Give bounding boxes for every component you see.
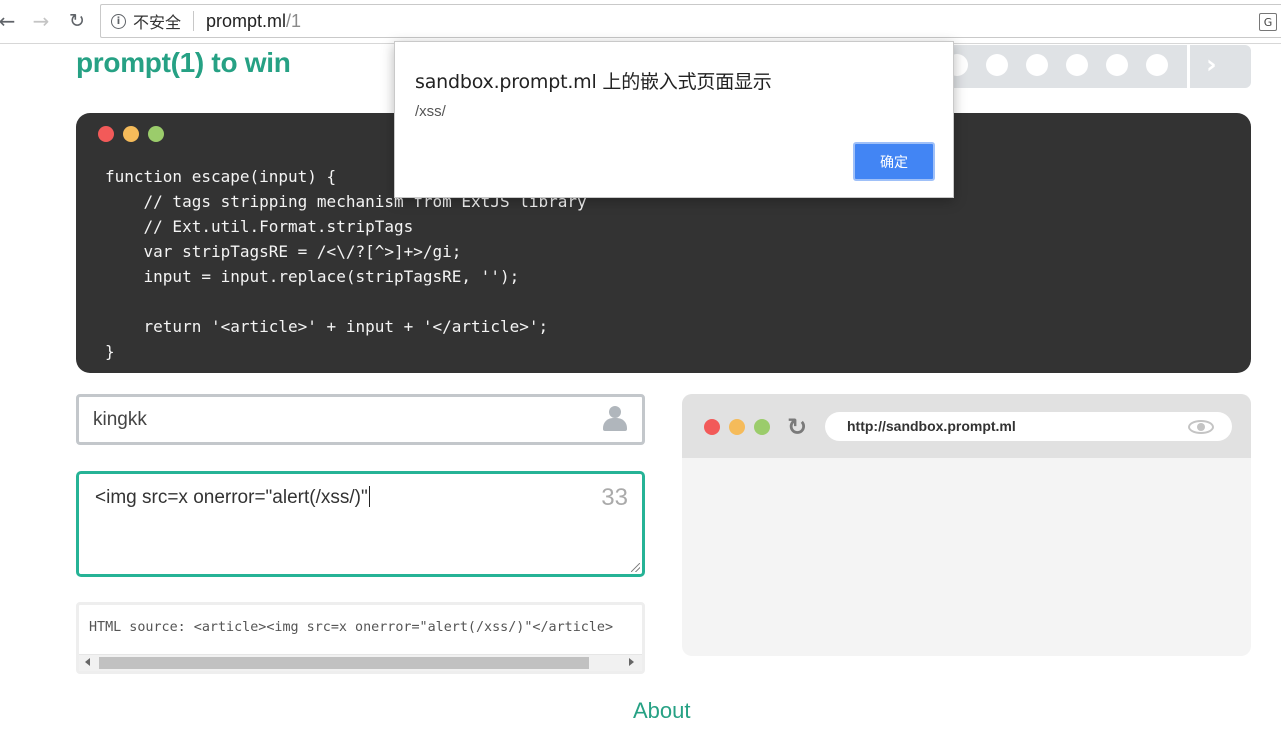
refresh-icon[interactable]: ↻ (787, 413, 807, 441)
security-label[interactable]: 不安全 (133, 9, 181, 33)
page-title: prompt(1) to win (76, 47, 291, 78)
horizontal-scrollbar[interactable] (79, 654, 642, 671)
code-line: } (105, 342, 115, 361)
back-arrow-icon[interactable]: ← (0, 8, 20, 34)
payload-value: <img src=x onerror="alert(/xss/)" (95, 487, 368, 508)
payload-textarea[interactable]: <img src=x onerror="alert(/xss/)" 33 (76, 471, 645, 577)
minimize-dot-icon (123, 126, 139, 142)
alert-dialog: sandbox.prompt.ml 上的嵌入式页面显示 /xss/ 确定 (394, 41, 954, 198)
text-caret (368, 486, 370, 507)
translate-icon[interactable]: G (1259, 13, 1277, 31)
sandbox-toolbar: ↻ http://sandbox.prompt.ml (682, 394, 1251, 458)
window-controls (98, 126, 164, 142)
omnibox-divider (193, 11, 195, 31)
code-line: return '<article>' + input + '</article>… (105, 317, 549, 336)
sandbox-url-bar: http://sandbox.prompt.ml (825, 412, 1232, 441)
username-input[interactable] (93, 409, 573, 431)
eye-icon[interactable] (1188, 420, 1214, 434)
chevron-right-icon[interactable]: › (1206, 50, 1217, 80)
reload-icon[interactable]: ↻ (64, 8, 90, 34)
dialog-message: /xss/ (415, 103, 446, 120)
level-dot[interactable] (1026, 54, 1048, 76)
payload-text: <img src=x onerror="alert(/xss/)" (95, 486, 370, 509)
info-icon[interactable]: i (111, 13, 126, 29)
char-count: 33 (601, 484, 628, 511)
dialog-title: sandbox.prompt.ml 上的嵌入式页面显示 (415, 71, 772, 93)
level-divider (1187, 45, 1190, 88)
code-line: input = input.replace(stripTagsRE, ''); (105, 267, 520, 286)
scroll-left-icon[interactable] (85, 658, 90, 666)
ok-button[interactable]: 确定 (853, 142, 935, 181)
html-source-panel: HTML source: <article><img src=x onerror… (76, 602, 645, 674)
sandbox-preview: ↻ http://sandbox.prompt.ml (682, 394, 1251, 656)
browser-toolbar: ← → ↻ i 不安全 prompt.ml/1 G (0, 0, 1281, 44)
level-dot[interactable] (986, 54, 1008, 76)
scroll-right-icon[interactable] (629, 658, 634, 666)
forward-arrow-icon[interactable]: → (28, 8, 54, 34)
maximize-dot-icon (754, 419, 770, 435)
level-dot[interactable] (1146, 54, 1168, 76)
url-text[interactable]: prompt.ml/1 (206, 11, 301, 32)
html-source-text: HTML source: <article><img src=x onerror… (89, 620, 614, 635)
resize-handle-icon[interactable] (631, 563, 640, 572)
scrollbar-thumb[interactable] (99, 657, 589, 669)
username-field[interactable] (76, 394, 645, 445)
address-bar[interactable]: i 不安全 prompt.ml/1 G (100, 4, 1281, 38)
close-dot-icon (704, 419, 720, 435)
close-dot-icon (98, 126, 114, 142)
level-dot[interactable] (1106, 54, 1128, 76)
url-host: prompt.ml (206, 10, 287, 31)
sandbox-url: http://sandbox.prompt.ml (847, 418, 1016, 434)
code-line: var stripTagsRE = /<\/?[^>]+>/gi; (105, 242, 462, 261)
minimize-dot-icon (729, 419, 745, 435)
url-path: /1 (286, 10, 302, 31)
code-line: // Ext.util.Format.stripTags (105, 217, 414, 236)
about-link[interactable]: About (633, 698, 691, 724)
sandbox-window-controls (704, 419, 770, 435)
user-icon (603, 406, 627, 432)
maximize-dot-icon (148, 126, 164, 142)
level-dot[interactable] (1066, 54, 1088, 76)
